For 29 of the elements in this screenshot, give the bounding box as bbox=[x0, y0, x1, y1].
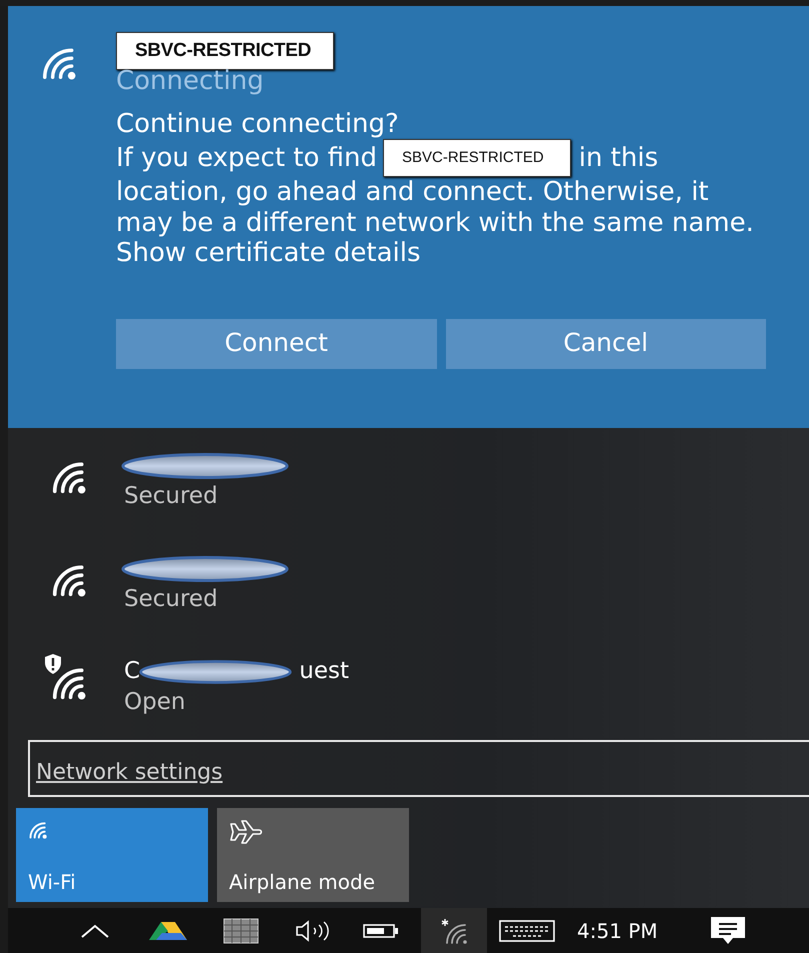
network-name-label: SBVC-RESTRICTED bbox=[116, 32, 334, 70]
network-settings-link[interactable]: Network settings bbox=[36, 760, 223, 785]
prompt-text: location, go ahead and connect. Otherwise, it may be a different network with the same name. bbox=[116, 177, 755, 238]
prompt-text: in this bbox=[578, 142, 658, 174]
certificate-link[interactable]: Show certificate details bbox=[116, 238, 766, 268]
quick-action-tile[interactable]: Wi-Fi bbox=[16, 808, 208, 902]
wifi-icon bbox=[28, 820, 48, 840]
notification-icon[interactable] bbox=[710, 916, 746, 946]
prompt-text: If you expect to find bbox=[116, 142, 378, 174]
network-status: Open bbox=[124, 688, 186, 717]
wifi-icon bbox=[439, 916, 469, 944]
quick-action-tile[interactable]: Airplane mode bbox=[217, 808, 409, 902]
chevron-up-icon[interactable] bbox=[80, 922, 110, 938]
triangle-app-icon[interactable] bbox=[148, 920, 188, 940]
network-name-label: SBVC-RESTRICTED bbox=[383, 139, 571, 177]
dialog-button[interactable]: Cancel bbox=[446, 318, 766, 368]
keyboard-icon[interactable] bbox=[499, 920, 555, 942]
volume-icon[interactable] bbox=[295, 920, 331, 942]
network-status: Secured bbox=[124, 482, 219, 511]
prompt-heading: Continue connecting? bbox=[116, 108, 400, 139]
network-tray-button[interactable] bbox=[421, 908, 487, 953]
grid-tile-icon[interactable] bbox=[223, 918, 259, 944]
network-status: Secured bbox=[124, 585, 219, 614]
network-name: uest bbox=[299, 657, 349, 686]
dialog-button[interactable]: Connect bbox=[116, 318, 436, 368]
airplane-icon bbox=[229, 820, 263, 844]
battery-icon[interactable] bbox=[363, 922, 399, 940]
taskbar-clock[interactable]: 4:51 PM bbox=[577, 918, 658, 942]
network-name: C bbox=[124, 657, 140, 686]
